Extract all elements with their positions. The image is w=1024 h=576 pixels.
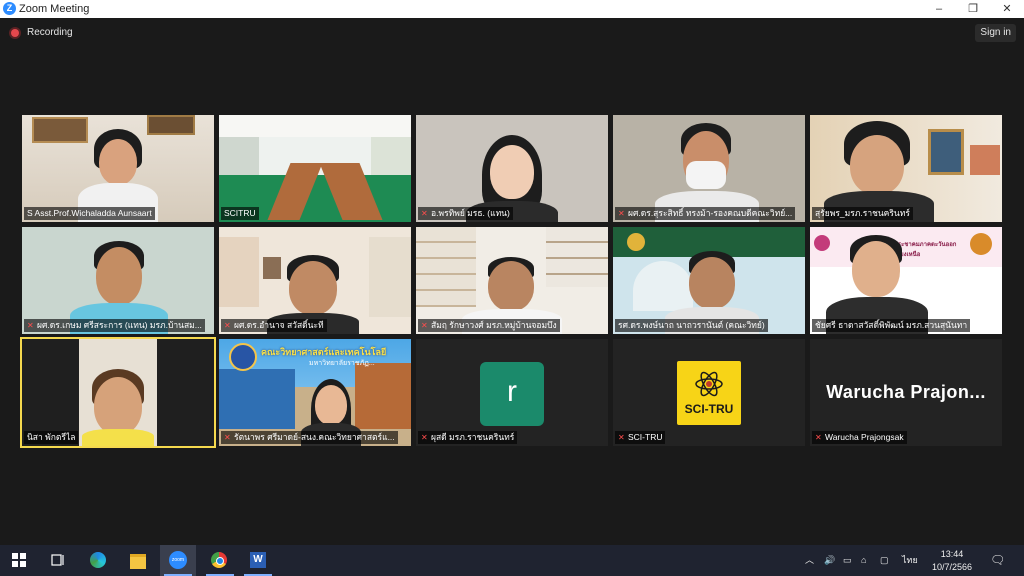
window-title: Zoom Meeting: [19, 3, 90, 15]
meeting-topbar: Recording Sign in: [0, 18, 1024, 48]
participant-name: นิสา พักตรีไล: [24, 431, 79, 444]
muted-mic-icon: ✕: [618, 209, 625, 218]
system-clock[interactable]: 13:44 10/7/2566: [927, 548, 977, 574]
muted-mic-icon: ✕: [224, 321, 231, 330]
video-feed: ประชาคมภาคตะวันออกเฉียงเหนือ: [810, 227, 1002, 334]
participant-name: ✕ ผศ.ดร.สุระสิทธิ์ ทรงม้า-รองคณบดีคณะวิทย…: [615, 207, 796, 220]
video-feed: [22, 227, 214, 334]
video-feed: [22, 115, 214, 222]
participant-name: รศ.ดร.พงษ์นาถ นาถวรานันต์ (คณะวิทย์): [615, 319, 768, 332]
zoom-app-label: zoom: [169, 551, 187, 569]
participant-name: ✕ สัมฤ รักษาวงศ์ มรภ.หมู่บ้านจอมบึง: [418, 319, 560, 332]
participant-tile-active-speaker[interactable]: นิสา พักตรีไล: [22, 339, 214, 446]
word-app-icon[interactable]: W: [247, 549, 269, 571]
participant-name: ชัยศรี ธาดาสวัสดิ์พิพัฒน์ มรภ.สวนสุนันทา: [812, 319, 971, 332]
video-feed: คณะวิทยาศาสตร์และเทคโนโลยี มหาวิทยาลัยรา…: [219, 339, 411, 446]
muted-mic-icon: ✕: [421, 433, 428, 442]
participant-name: ✕ SCI-TRU: [615, 431, 666, 444]
notification-center-icon[interactable]: 🗨: [990, 545, 1005, 576]
participant-name: ✕ Warucha Prajongsak: [812, 431, 907, 444]
participant-name: SCITRU: [221, 207, 259, 220]
video-feed: [219, 115, 411, 222]
participant-avatar: r: [480, 362, 544, 426]
video-feed: [613, 115, 805, 222]
file-explorer-icon[interactable]: [127, 549, 149, 571]
participant-tile[interactable]: ✕ สัมฤ รักษาวงศ์ มรภ.หมู่บ้านจอมบึง: [416, 227, 608, 334]
muted-mic-icon: ✕: [421, 321, 428, 330]
participant-tile[interactable]: SCITRU: [219, 115, 411, 222]
participant-tile[interactable]: รศ.ดร.พงษ์นาถ นาถวรานันต์ (คณะวิทย์): [613, 227, 805, 334]
minimize-button[interactable]: –: [922, 0, 956, 18]
university-seal-icon: [814, 235, 830, 251]
participant-name: สุรัยพร_มรภ.ราชนครินทร์: [812, 207, 913, 220]
clock-time: 13:44: [940, 549, 964, 559]
video-feed: [416, 227, 608, 334]
muted-mic-icon: ✕: [27, 321, 34, 330]
participant-name: ✕ ผุสดี มรภ.ราชนครินทร์: [418, 431, 518, 444]
participant-tile[interactable]: ✕ ผศ.ดร.อำนาจ สวัสดิ์นะที: [219, 227, 411, 334]
recording-indicator-icon: [11, 29, 19, 37]
recording-label: Recording: [27, 27, 73, 38]
participant-tile[interactable]: ประชาคมภาคตะวันออกเฉียงเหนือ ชัยศรี ธาดา…: [810, 227, 1002, 334]
show-hidden-icons-chevron-icon[interactable]: ︿: [805, 545, 814, 576]
restore-button[interactable]: ❐: [956, 0, 990, 18]
word-app-label: W: [250, 552, 266, 568]
university-seal-icon: [970, 233, 992, 255]
zoom-logo-icon: Z: [3, 2, 16, 15]
participant-tile[interactable]: ✕ ผศ.ดร.สุระสิทธิ์ ทรงม้า-รองคณบดีคณะวิทย…: [613, 115, 805, 222]
sign-in-button[interactable]: Sign in: [975, 24, 1016, 42]
muted-mic-icon: ✕: [224, 433, 231, 442]
windows-start-icon[interactable]: [8, 549, 30, 571]
muted-mic-icon: ✕: [815, 433, 822, 442]
muted-mic-icon: ✕: [618, 433, 625, 442]
university-seal-icon: [229, 343, 257, 371]
university-seal-icon: [627, 233, 645, 251]
banner-title: คณะวิทยาศาสตร์และเทคโนโลยี: [261, 347, 387, 357]
video-feed: [219, 227, 411, 334]
participant-tile[interactable]: สุรัยพร_มรภ.ราชนครินทร์: [810, 115, 1002, 222]
window-titlebar: Z Zoom Meeting – ❐ ✕: [0, 0, 1024, 18]
participant-name: ✕ ผศ.ดร.เกษม ศรีสระการ (แทน) มรภ.บ้านสม..…: [24, 319, 205, 332]
zoom-app-icon[interactable]: zoom: [167, 549, 189, 571]
participant-tile[interactable]: Warucha Prajon... ✕ Warucha Prajongsak: [810, 339, 1002, 446]
windows-taskbar: zoom W ︿ 🔊 ▭ ⌂ ▢ ไทย 13:44 10/7/2566 🗨: [0, 545, 1024, 576]
clock-date: 10/7/2566: [931, 562, 973, 572]
task-view-icon[interactable]: [47, 549, 69, 571]
network-icon[interactable]: ⌂: [861, 545, 866, 576]
participant-tile[interactable]: ✕ ผศ.ดร.เกษม ศรีสระการ (แทน) มรภ.บ้านสม..…: [22, 227, 214, 334]
participant-tile[interactable]: r ✕ ผุสดี มรภ.ราชนครินทร์: [416, 339, 608, 446]
participant-name: ✕ รัตนาพร ศรีมาดย์-สนง.คณะวิทยาศาสตร์แ...: [221, 431, 398, 444]
battery-icon[interactable]: ▭: [843, 545, 852, 576]
chrome-browser-icon[interactable]: [208, 549, 230, 571]
participant-tile[interactable]: SCI-TRU ✕ SCI-TRU: [613, 339, 805, 446]
language-indicator[interactable]: ไทย: [902, 545, 918, 576]
video-feed: [613, 227, 805, 334]
participant-name: ✕ อ.พรทิพย์ มรธ. (แทน): [418, 207, 513, 220]
participant-tile[interactable]: คณะวิทยาศาสตร์และเทคโนโลยี มหาวิทยาลัยรา…: [219, 339, 411, 446]
participant-tile[interactable]: S Asst.Prof.Wichaladda Aunsaart: [22, 115, 214, 222]
atom-icon: [695, 371, 723, 397]
close-button[interactable]: ✕: [990, 0, 1024, 18]
sci-tru-logo: SCI-TRU: [677, 361, 741, 425]
banner-text: ประชาคมภาคตะวันออกเฉียงเหนือ: [894, 242, 957, 258]
participant-name: S Asst.Prof.Wichaladda Aunsaart: [24, 207, 155, 220]
participant-name: ✕ ผศ.ดร.อำนาจ สวัสดิ์นะที: [221, 319, 327, 332]
display-icon[interactable]: ▢: [880, 545, 889, 576]
video-feed: [22, 339, 214, 446]
banner-subtitle: มหาวิทยาลัยราชภัฏ...: [309, 360, 375, 367]
sci-tru-logo-text: SCI-TRU: [684, 402, 734, 416]
video-feed: [416, 115, 608, 222]
participant-tile[interactable]: ✕ อ.พรทิพย์ มรธ. (แทน): [416, 115, 608, 222]
video-feed: [810, 115, 1002, 222]
participant-display-name: Warucha Prajon...: [826, 382, 986, 402]
volume-icon[interactable]: 🔊: [824, 545, 835, 576]
edge-browser-icon[interactable]: [87, 549, 109, 571]
muted-mic-icon: ✕: [421, 209, 428, 218]
